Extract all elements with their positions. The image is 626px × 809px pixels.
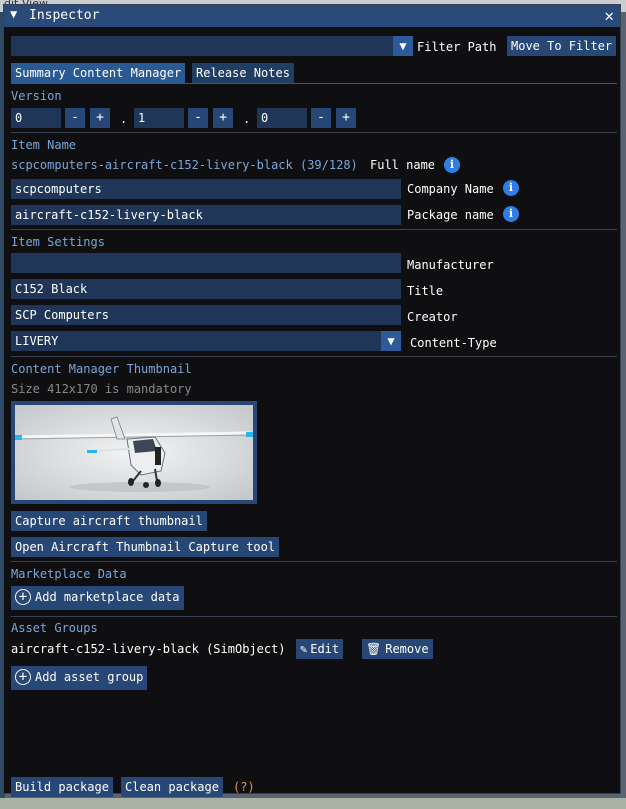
manufacturer-input[interactable]: [11, 253, 401, 273]
add-marketplace-data-button[interactable]: + Add marketplace data: [11, 586, 184, 610]
plus-circle-icon: +: [15, 668, 31, 685]
manufacturer-label: Manufacturer: [407, 258, 494, 272]
package-name-info-icon[interactable]: i: [503, 206, 519, 222]
version-minor-minus-button[interactable]: -: [188, 108, 208, 128]
company-name-input[interactable]: scpcomputers: [11, 179, 401, 199]
company-name-label: Company Name: [407, 182, 494, 196]
separator: [11, 561, 617, 562]
filter-path-input[interactable]: [11, 36, 413, 56]
asset-group-name: aircraft-c152-livery-black (SimObject): [11, 642, 286, 656]
open-thumbnail-tool-button[interactable]: Open Aircraft Thumbnail Capture tool: [11, 537, 280, 557]
close-icon[interactable]: ✕: [604, 6, 614, 25]
collapse-triangle-icon[interactable]: ▼: [10, 7, 17, 21]
build-package-button[interactable]: Build package: [11, 777, 113, 797]
remove-asset-group-button[interactable]: 🗑 Remove: [362, 639, 433, 659]
tab-summary-content-manager[interactable]: Summary Content Manager: [11, 63, 186, 83]
version-major-input[interactable]: 0: [11, 108, 61, 128]
content-type-dropdown-arrow-icon[interactable]: ▼: [381, 331, 401, 351]
content-type-label: Content-Type: [410, 336, 497, 350]
package-name-input[interactable]: aircraft-c152-livery-black: [11, 205, 401, 225]
filter-dropdown-arrow-icon[interactable]: ▼: [393, 36, 413, 56]
thumbnail-frame[interactable]: [11, 401, 257, 504]
thumbnail-size-note: Size 412x170 is mandatory: [11, 382, 192, 396]
title-input[interactable]: C152 Black: [11, 279, 401, 299]
edit-label: Edit: [310, 642, 340, 656]
marketplace-section-label: Marketplace Data: [11, 567, 127, 581]
separator: [11, 132, 617, 133]
asset-groups-section-label: Asset Groups: [11, 621, 98, 635]
version-patch-minus-button[interactable]: -: [311, 108, 331, 128]
clean-package-button[interactable]: Clean package: [121, 777, 223, 797]
filter-path-label: Filter Path: [417, 40, 497, 54]
add-marketplace-data-label: Add marketplace data: [35, 590, 180, 604]
edit-tools-icon: ✎: [300, 642, 308, 656]
tab-release-notes[interactable]: Release Notes: [192, 63, 294, 83]
thumbnail-section-label: Content Manager Thumbnail: [11, 362, 192, 376]
help-link[interactable]: (?): [233, 779, 255, 795]
separator: [11, 616, 617, 617]
background-terrain: [0, 798, 626, 809]
plus-circle-icon: +: [15, 588, 31, 605]
full-name-info-icon[interactable]: i: [444, 157, 460, 173]
tab-underline: [11, 83, 617, 84]
separator: [11, 229, 617, 230]
version-major-plus-button[interactable]: +: [90, 108, 110, 128]
content-type-select[interactable]: LIVERY: [11, 331, 401, 351]
move-to-filter-button[interactable]: Move To Filter: [507, 36, 617, 56]
version-section-label: Version: [11, 89, 62, 103]
package-name-label: Package name: [407, 208, 494, 222]
version-dot: .: [120, 112, 128, 126]
trash-icon: 🗑: [366, 642, 382, 656]
remove-label: Remove: [385, 642, 429, 656]
version-patch-input[interactable]: 0: [257, 108, 307, 128]
company-name-info-icon[interactable]: i: [503, 180, 519, 196]
item-settings-section-label: Item Settings: [11, 235, 105, 249]
version-major-minus-button[interactable]: -: [65, 108, 85, 128]
version-dot: .: [243, 112, 251, 126]
add-asset-group-label: Add asset group: [35, 670, 144, 684]
version-minor-plus-button[interactable]: +: [213, 108, 233, 128]
full-name-value: scpcomputers-aircraft-c152-livery-black …: [11, 158, 358, 172]
version-patch-plus-button[interactable]: +: [336, 108, 356, 128]
separator: [11, 356, 617, 357]
creator-input[interactable]: SCP Computers: [11, 305, 401, 325]
full-name-label: Full name: [370, 158, 436, 172]
version-minor-input[interactable]: 1: [134, 108, 184, 128]
title-label: Title: [407, 284, 444, 298]
add-asset-group-button[interactable]: + Add asset group: [11, 666, 148, 690]
inspector-window: ▼ Inspector ✕ ▼ Filter Path Move To Filt…: [3, 4, 621, 797]
item-name-section-label: Item Name: [11, 138, 77, 152]
window-titlebar[interactable]: ▼ Inspector ✕: [4, 5, 620, 27]
capture-thumbnail-button[interactable]: Capture aircraft thumbnail: [11, 511, 207, 531]
window-title: Inspector: [29, 8, 100, 23]
edit-asset-group-button[interactable]: ✎ Edit: [296, 639, 344, 659]
creator-label: Creator: [407, 310, 458, 324]
aircraft-thumbnail-image: [15, 405, 253, 500]
